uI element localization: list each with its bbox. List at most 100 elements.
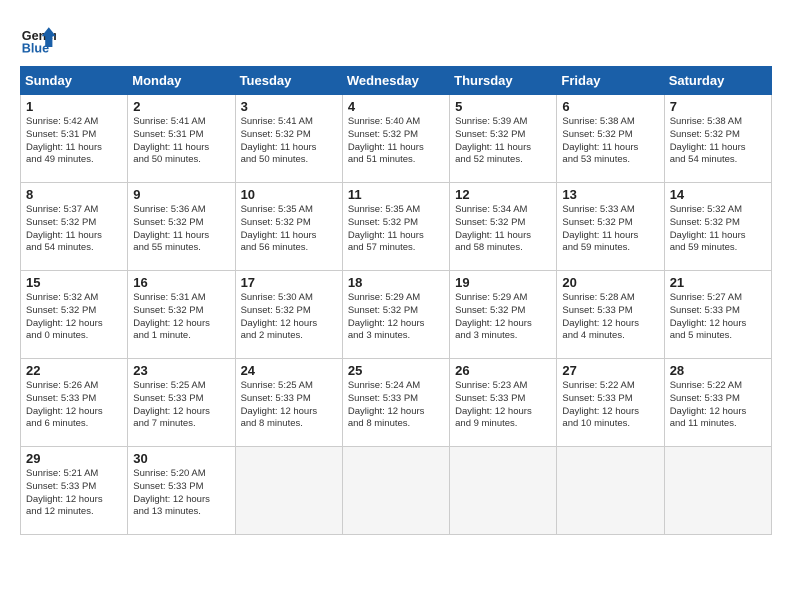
day-info: Sunrise: 5:25 AM Sunset: 5:33 PM Dayligh…: [133, 380, 229, 431]
day-info: Sunrise: 5:29 AM Sunset: 5:32 PM Dayligh…: [455, 292, 551, 343]
day-info: Sunrise: 5:35 AM Sunset: 5:32 PM Dayligh…: [348, 204, 444, 255]
day-info: Sunrise: 5:41 AM Sunset: 5:31 PM Dayligh…: [133, 116, 229, 167]
calendar-cell: 9 Sunrise: 5:36 AM Sunset: 5:32 PM Daylig…: [128, 183, 235, 271]
day-number: 21: [670, 275, 766, 290]
day-info: Sunrise: 5:32 AM Sunset: 5:32 PM Dayligh…: [670, 204, 766, 255]
day-info: Sunrise: 5:38 AM Sunset: 5:32 PM Dayligh…: [670, 116, 766, 167]
day-number: 11: [348, 187, 444, 202]
calendar-week-1: 1 Sunrise: 5:42 AM Sunset: 5:31 PM Daylig…: [21, 95, 772, 183]
day-info: Sunrise: 5:33 AM Sunset: 5:32 PM Dayligh…: [562, 204, 658, 255]
calendar-cell: [450, 447, 557, 535]
day-number: 26: [455, 363, 551, 378]
day-number: 15: [26, 275, 122, 290]
weekday-header-wednesday: Wednesday: [342, 67, 449, 95]
day-number: 22: [26, 363, 122, 378]
day-info: Sunrise: 5:27 AM Sunset: 5:33 PM Dayligh…: [670, 292, 766, 343]
calendar-cell: 6Sunrise: 5:38 AM Sunset: 5:32 PM Daylig…: [557, 95, 664, 183]
day-info: Sunrise: 5:39 AM Sunset: 5:32 PM Dayligh…: [455, 116, 551, 167]
calendar-cell: 15 Sunrise: 5:32 AM Sunset: 5:32 PM Dayli…: [21, 271, 128, 359]
day-info: Sunrise: 5:23 AM Sunset: 5:33 PM Dayligh…: [455, 380, 551, 431]
day-number: 8: [26, 187, 122, 202]
day-number: 4: [348, 99, 444, 114]
day-number: 24: [241, 363, 337, 378]
day-info: Sunrise: 5:24 AM Sunset: 5:33 PM Dayligh…: [348, 380, 444, 431]
day-info: Sunrise: 5:25 AM Sunset: 5:33 PM Dayligh…: [241, 380, 337, 431]
day-number: 10: [241, 187, 337, 202]
calendar-cell: 13 Sunrise: 5:33 AM Sunset: 5:32 PM Dayli…: [557, 183, 664, 271]
day-info: Sunrise: 5:22 AM Sunset: 5:33 PM Dayligh…: [670, 380, 766, 431]
day-info: Sunrise: 5:40 AM Sunset: 5:32 PM Dayligh…: [348, 116, 444, 167]
calendar-cell: [664, 447, 771, 535]
calendar-week-2: 8 Sunrise: 5:37 AM Sunset: 5:32 PM Daylig…: [21, 183, 772, 271]
calendar-cell: 18 Sunrise: 5:29 AM Sunset: 5:32 PM Dayli…: [342, 271, 449, 359]
logo: General Blue: [20, 20, 56, 56]
day-info: Sunrise: 5:30 AM Sunset: 5:32 PM Dayligh…: [241, 292, 337, 343]
calendar-table: SundayMondayTuesdayWednesdayThursdayFrid…: [20, 66, 772, 535]
calendar-cell: 2 Sunrise: 5:41 AM Sunset: 5:31 PM Daylig…: [128, 95, 235, 183]
day-info: Sunrise: 5:35 AM Sunset: 5:32 PM Dayligh…: [241, 204, 337, 255]
calendar-week-5: 29 Sunrise: 5:21 AM Sunset: 5:33 PM Dayli…: [21, 447, 772, 535]
day-number: 2: [133, 99, 229, 114]
day-number: 27: [562, 363, 658, 378]
day-number: 25: [348, 363, 444, 378]
calendar-cell: 23 Sunrise: 5:25 AM Sunset: 5:33 PM Dayli…: [128, 359, 235, 447]
day-info: Sunrise: 5:37 AM Sunset: 5:32 PM Dayligh…: [26, 204, 122, 255]
calendar-cell: 28 Sunrise: 5:22 AM Sunset: 5:33 PM Dayli…: [664, 359, 771, 447]
svg-text:Blue: Blue: [22, 41, 49, 55]
calendar-cell: 20 Sunrise: 5:28 AM Sunset: 5:33 PM Dayli…: [557, 271, 664, 359]
day-number: 6: [562, 99, 658, 114]
calendar-cell: 8 Sunrise: 5:37 AM Sunset: 5:32 PM Daylig…: [21, 183, 128, 271]
calendar-cell: 27 Sunrise: 5:22 AM Sunset: 5:33 PM Dayli…: [557, 359, 664, 447]
day-number: 18: [348, 275, 444, 290]
day-number: 17: [241, 275, 337, 290]
calendar-cell: 4 Sunrise: 5:40 AM Sunset: 5:32 PM Daylig…: [342, 95, 449, 183]
day-info: Sunrise: 5:26 AM Sunset: 5:33 PM Dayligh…: [26, 380, 122, 431]
calendar-cell: 24 Sunrise: 5:25 AM Sunset: 5:33 PM Dayli…: [235, 359, 342, 447]
weekday-header-friday: Friday: [557, 67, 664, 95]
calendar-cell: 3 Sunrise: 5:41 AM Sunset: 5:32 PM Daylig…: [235, 95, 342, 183]
calendar-cell: [342, 447, 449, 535]
day-number: 5: [455, 99, 551, 114]
day-info: Sunrise: 5:21 AM Sunset: 5:33 PM Dayligh…: [26, 468, 122, 519]
calendar-cell: 7 Sunrise: 5:38 AM Sunset: 5:32 PM Daylig…: [664, 95, 771, 183]
calendar-cell: 10 Sunrise: 5:35 AM Sunset: 5:32 PM Dayli…: [235, 183, 342, 271]
calendar-cell: 14 Sunrise: 5:32 AM Sunset: 5:32 PM Dayli…: [664, 183, 771, 271]
calendar-cell: 19Sunrise: 5:29 AM Sunset: 5:32 PM Dayli…: [450, 271, 557, 359]
day-info: Sunrise: 5:28 AM Sunset: 5:33 PM Dayligh…: [562, 292, 658, 343]
day-info: Sunrise: 5:29 AM Sunset: 5:32 PM Dayligh…: [348, 292, 444, 343]
calendar-cell: 26 Sunrise: 5:23 AM Sunset: 5:33 PM Dayli…: [450, 359, 557, 447]
day-number: 28: [670, 363, 766, 378]
calendar-cell: 16 Sunrise: 5:31 AM Sunset: 5:32 PM Dayli…: [128, 271, 235, 359]
calendar-cell: 29 Sunrise: 5:21 AM Sunset: 5:33 PM Dayli…: [21, 447, 128, 535]
day-number: 16: [133, 275, 229, 290]
page-header: General Blue: [20, 20, 772, 56]
weekday-header-tuesday: Tuesday: [235, 67, 342, 95]
weekday-header-sunday: Sunday: [21, 67, 128, 95]
calendar-cell: 11 Sunrise: 5:35 AM Sunset: 5:32 PM Dayli…: [342, 183, 449, 271]
day-number: 7: [670, 99, 766, 114]
calendar-week-3: 15 Sunrise: 5:32 AM Sunset: 5:32 PM Dayli…: [21, 271, 772, 359]
day-info: Sunrise: 5:22 AM Sunset: 5:33 PM Dayligh…: [562, 380, 658, 431]
day-number: 20: [562, 275, 658, 290]
day-number: 23: [133, 363, 229, 378]
day-number: 1: [26, 99, 122, 114]
day-info: Sunrise: 5:42 AM Sunset: 5:31 PM Dayligh…: [26, 116, 122, 167]
calendar-week-4: 22 Sunrise: 5:26 AM Sunset: 5:33 PM Dayli…: [21, 359, 772, 447]
calendar-cell: [235, 447, 342, 535]
day-number: 9: [133, 187, 229, 202]
day-number: 13: [562, 187, 658, 202]
calendar-cell: 21 Sunrise: 5:27 AM Sunset: 5:33 PM Dayli…: [664, 271, 771, 359]
logo-icon: General Blue: [20, 20, 56, 56]
calendar-cell: 1 Sunrise: 5:42 AM Sunset: 5:31 PM Daylig…: [21, 95, 128, 183]
day-info: Sunrise: 5:31 AM Sunset: 5:32 PM Dayligh…: [133, 292, 229, 343]
day-number: 14: [670, 187, 766, 202]
day-info: Sunrise: 5:41 AM Sunset: 5:32 PM Dayligh…: [241, 116, 337, 167]
day-info: Sunrise: 5:36 AM Sunset: 5:32 PM Dayligh…: [133, 204, 229, 255]
calendar-cell: 12Sunrise: 5:34 AM Sunset: 5:32 PM Dayli…: [450, 183, 557, 271]
day-info: Sunrise: 5:32 AM Sunset: 5:32 PM Dayligh…: [26, 292, 122, 343]
day-number: 3: [241, 99, 337, 114]
weekday-header-saturday: Saturday: [664, 67, 771, 95]
calendar-cell: 17 Sunrise: 5:30 AM Sunset: 5:32 PM Dayli…: [235, 271, 342, 359]
day-number: 30: [133, 451, 229, 466]
day-number: 29: [26, 451, 122, 466]
